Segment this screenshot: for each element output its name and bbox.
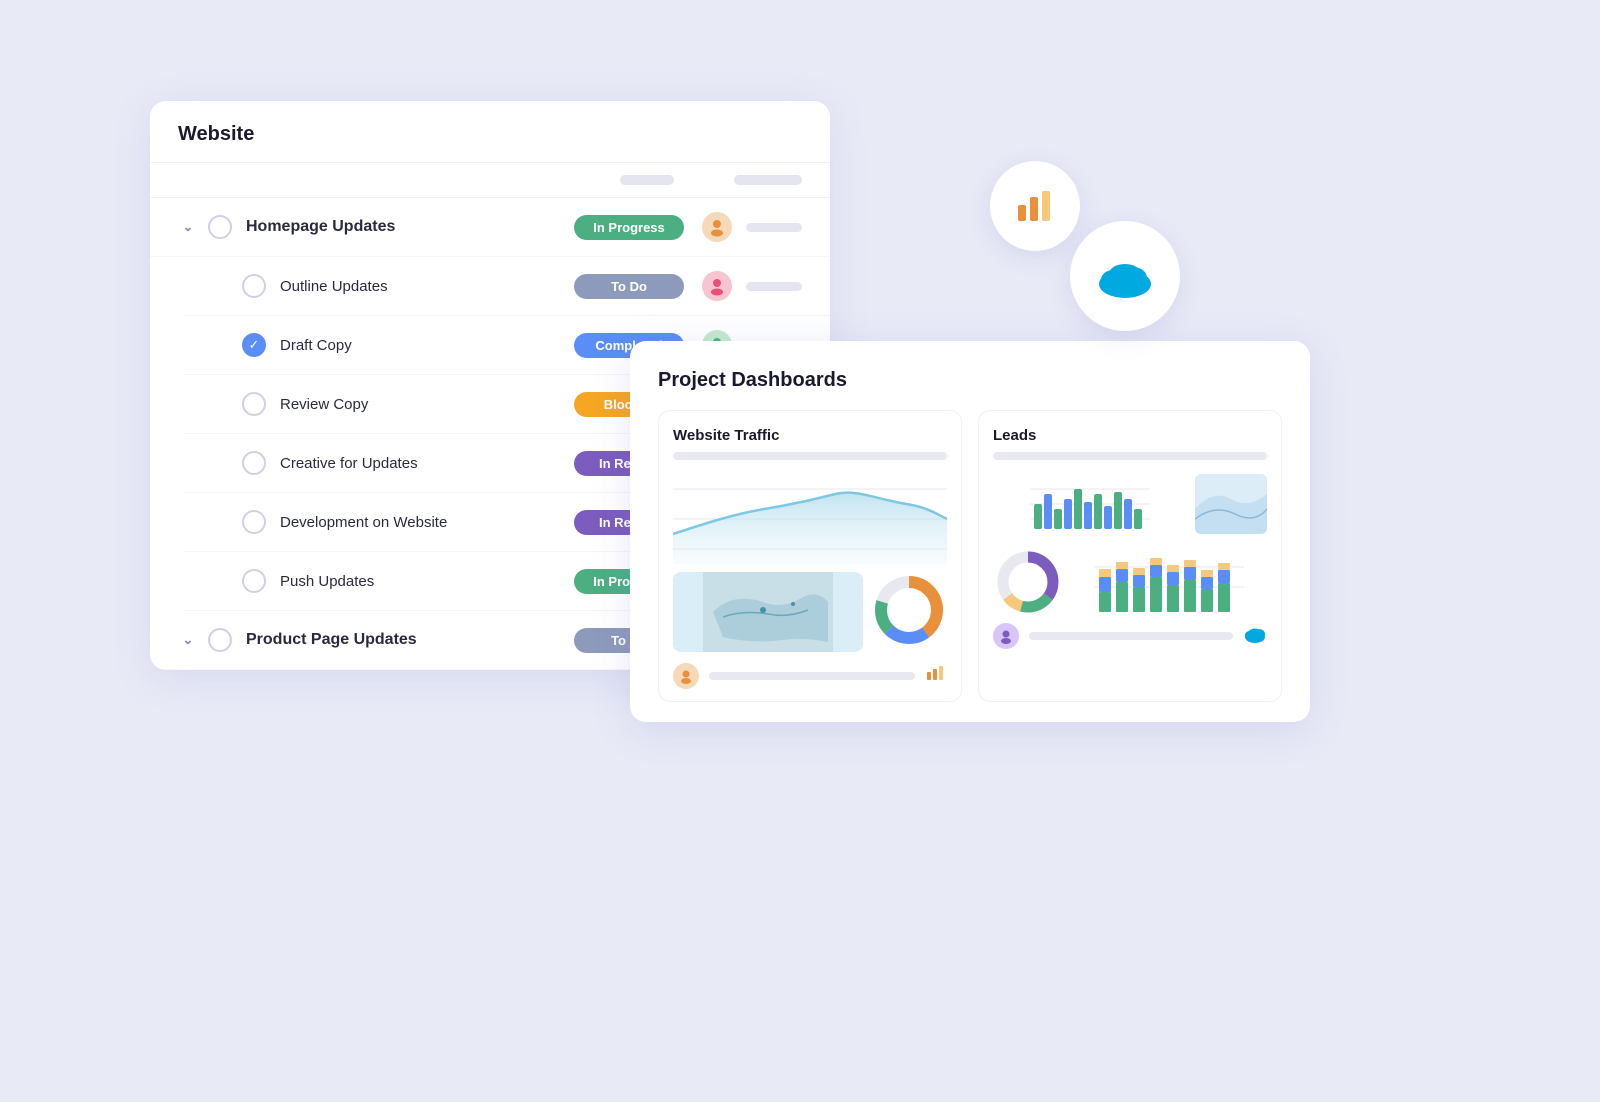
task-checkbox[interactable]	[208, 628, 232, 652]
footer-line	[709, 672, 915, 680]
task-checkbox[interactable]: ✓	[242, 333, 266, 357]
column-headers	[150, 163, 830, 198]
card-footer	[993, 623, 1267, 649]
task-checkbox[interactable]	[242, 510, 266, 534]
footer-line	[1029, 632, 1233, 640]
task-row[interactable]: ⌄ Homepage Updates In Progress	[150, 198, 830, 257]
chart-icon	[925, 662, 947, 689]
dashboard-title: Project Dashboards	[658, 369, 1282, 392]
task-name: Outline Updates	[280, 278, 574, 295]
assignee-line	[746, 223, 802, 232]
task-name: Homepage Updates	[246, 218, 574, 236]
map-donut-area	[673, 572, 947, 652]
area-chart	[673, 474, 947, 564]
footer-avatar	[673, 663, 699, 689]
float-cloud-icon	[1070, 221, 1180, 331]
leads-image	[1195, 474, 1267, 534]
task-row[interactable]: Outline Updates To Do	[184, 257, 830, 316]
float-chart-icon	[990, 161, 1080, 251]
task-name: Development on Website	[280, 514, 574, 531]
task-panel-header: Website	[150, 101, 830, 163]
status-badge: To Do	[574, 274, 684, 299]
task-name: Creative for Updates	[280, 455, 574, 472]
mini-map	[673, 572, 863, 652]
task-checkbox[interactable]	[242, 274, 266, 298]
task-name: Product Page Updates	[246, 631, 574, 649]
cloud-icon	[1243, 625, 1267, 648]
footer-avatar	[993, 623, 1019, 649]
leads-card: Leads	[978, 410, 1282, 702]
leads-stacked-bars	[1071, 547, 1267, 617]
status-badge: In Progress	[574, 215, 684, 240]
leads-top	[993, 474, 1267, 539]
task-name: Draft Copy	[280, 337, 574, 354]
card-subtitle-line	[993, 452, 1267, 460]
chevron-down-icon[interactable]: ⌄	[178, 217, 198, 237]
scene: Website ⌄ Homepage Updates In Progress O…	[150, 101, 1450, 1001]
task-checkbox[interactable]	[208, 215, 232, 239]
task-name: Push Updates	[280, 573, 574, 590]
card-subtitle-line	[673, 452, 947, 460]
avatar	[702, 212, 732, 242]
donut-chart	[871, 572, 947, 648]
task-panel-title: Website	[178, 123, 254, 145]
col-header-assignee	[734, 175, 802, 185]
task-name: Review Copy	[280, 396, 574, 413]
card-title: Leads	[993, 427, 1267, 444]
card-footer	[673, 662, 947, 689]
leads-donut-chart	[993, 547, 1063, 617]
col-header-status	[620, 175, 674, 185]
task-checkbox[interactable]	[242, 392, 266, 416]
task-checkbox[interactable]	[242, 451, 266, 475]
avatar	[702, 271, 732, 301]
dashboard-panel: Project Dashboards Website Traffic	[630, 341, 1310, 722]
leads-bottom	[993, 547, 1267, 617]
leads-bar-chart	[993, 474, 1187, 539]
card-title: Website Traffic	[673, 427, 947, 444]
assignee-line	[746, 282, 802, 291]
dashboard-cards: Website Traffic	[658, 410, 1282, 702]
website-traffic-card: Website Traffic	[658, 410, 962, 702]
task-checkbox[interactable]	[242, 569, 266, 593]
chevron-down-icon[interactable]: ⌄	[178, 630, 198, 650]
